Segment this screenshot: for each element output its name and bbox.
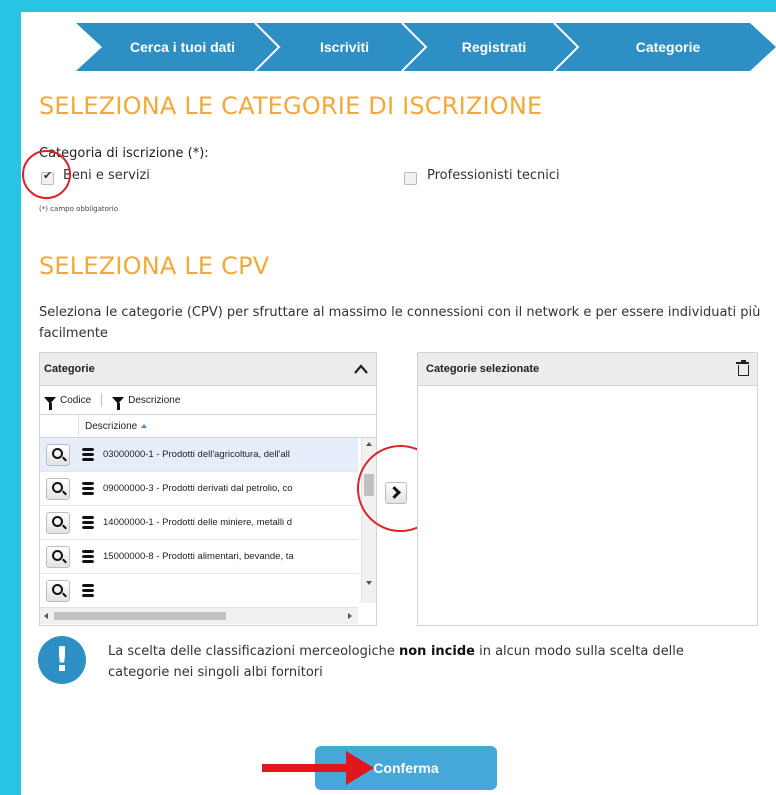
- annotation-arrow: [262, 764, 352, 772]
- step-cerca-dati[interactable]: Cerca i tuoi dati: [76, 23, 281, 71]
- step-label: Cerca i tuoi dati: [129, 39, 236, 55]
- search-icon: [52, 583, 63, 595]
- search-icon: [52, 481, 63, 493]
- wizard-steps: Cerca i tuoi dati Iscriviti Registrati C…: [76, 23, 776, 71]
- info-text-bold: non incide: [399, 644, 475, 659]
- arrow-right-icon: [346, 751, 374, 785]
- view-detail-button[interactable]: [46, 511, 70, 534]
- page: Cerca i tuoi dati Iscriviti Registrati C…: [21, 12, 776, 795]
- column-descrizione-label: Descrizione: [85, 420, 138, 432]
- column-header: Descrizione: [40, 415, 376, 438]
- sort-ascending-icon: [141, 423, 148, 428]
- row-text: 15000000-8 - Prodotti alimentari, bevand…: [103, 551, 294, 562]
- scroll-left-arrow-icon[interactable]: [44, 613, 48, 619]
- info-text-part: La scelta delle classificazioni merceolo…: [108, 644, 399, 659]
- categorie-list: 03000000-1 - Prodotti dell'agricoltura, …: [40, 438, 358, 603]
- required-note: (*) campo obbligatorio: [39, 205, 119, 213]
- filter-codice-button[interactable]: Codice: [44, 394, 92, 410]
- highlight-circle: [22, 150, 71, 199]
- column-descrizione[interactable]: Descrizione: [79, 420, 148, 432]
- professionisti-label: Professionisti tecnici: [427, 168, 560, 183]
- info-text: La scelta delle classificazioni merceolo…: [108, 641, 748, 683]
- table-row[interactable]: 03000000-1 - Prodotti dell'agricoltura, …: [40, 438, 358, 472]
- step-separator: [401, 23, 428, 71]
- section-title-cpv: SELEZIONA LE CPV: [39, 252, 270, 280]
- database-icon: [82, 584, 94, 597]
- filter-descrizione-button[interactable]: Descrizione: [112, 394, 181, 410]
- beni-servizi-label: Beni e servizi: [63, 168, 150, 183]
- professionisti-checkbox[interactable]: [404, 172, 417, 185]
- database-icon: [82, 516, 94, 529]
- search-icon: [52, 549, 63, 561]
- step-separator: [254, 23, 281, 71]
- view-detail-button[interactable]: [46, 545, 70, 568]
- step-categorie[interactable]: Categorie: [552, 23, 776, 71]
- step-label: Categorie: [635, 39, 701, 55]
- categorie-selezionate-title: Categorie selezionate: [426, 363, 540, 375]
- cpv-intro-text: Seleziona le categorie (CPV) per sfrutta…: [39, 305, 761, 341]
- database-icon: [82, 550, 94, 563]
- table-row[interactable]: 15000000-8 - Prodotti alimentari, bevand…: [40, 540, 358, 574]
- section-title-categorie: SELEZIONA LE CATEGORIE DI ISCRIZIONE: [39, 92, 543, 120]
- categorie-panel-header: Categorie: [40, 353, 376, 386]
- categorie-panel: Categorie Codice Descrizione Descrizione…: [39, 352, 377, 626]
- step-label: Registrati: [461, 39, 527, 55]
- step-separator: [553, 23, 580, 71]
- search-icon: [52, 515, 63, 527]
- scroll-right-arrow-icon[interactable]: [348, 613, 352, 619]
- table-row[interactable]: 09000000-3 - Prodotti derivati dal petro…: [40, 472, 358, 506]
- scroll-up-arrow-icon[interactable]: [366, 442, 372, 446]
- scroll-thumb[interactable]: [54, 612, 226, 620]
- table-row[interactable]: 14000000-1 - Prodotti delle miniere, met…: [40, 506, 358, 540]
- table-row[interactable]: [40, 574, 358, 603]
- categorie-selezionate-panel: Categorie selezionate: [417, 352, 758, 626]
- info-icon: !: [38, 636, 86, 684]
- trash-icon[interactable]: [736, 360, 749, 376]
- filter-icon: [44, 396, 56, 410]
- toolbar-divider: [101, 393, 103, 407]
- view-detail-button[interactable]: [46, 579, 70, 602]
- filter-toolbar: Codice Descrizione: [40, 386, 376, 415]
- filter-codice-label: Codice: [60, 394, 92, 406]
- view-detail-button[interactable]: [46, 443, 70, 466]
- chevron-up-icon[interactable]: [354, 364, 368, 374]
- filter-icon: [112, 396, 125, 410]
- step-label: Iscriviti: [319, 39, 370, 55]
- database-icon: [82, 482, 94, 495]
- search-icon: [52, 447, 63, 459]
- row-text: 14000000-1 - Prodotti delle miniere, met…: [103, 517, 293, 528]
- categorie-selezionate-header: Categorie selezionate: [418, 353, 757, 386]
- row-text: 03000000-1 - Prodotti dell'agricoltura, …: [103, 449, 290, 460]
- column-header-blank: [40, 415, 79, 437]
- database-icon: [82, 448, 94, 461]
- filter-descrizione-label: Descrizione: [128, 394, 181, 406]
- row-text: 09000000-3 - Prodotti derivati dal petro…: [103, 483, 293, 494]
- horizontal-scrollbar[interactable]: [40, 607, 358, 624]
- view-detail-button[interactable]: [46, 477, 70, 500]
- categorie-panel-title: Categorie: [44, 363, 95, 375]
- scroll-down-arrow-icon[interactable]: [366, 581, 372, 585]
